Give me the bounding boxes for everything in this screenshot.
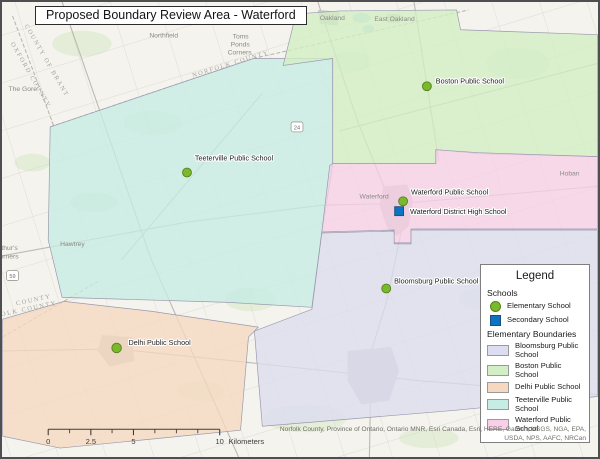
scale-label: 0	[46, 437, 50, 446]
legend-item-label: Delhi Public School	[515, 382, 581, 392]
school-marker-delhi[interactable]	[111, 342, 122, 354]
attribution-line: Norfolk County, Province of Ontario, Ont…	[279, 426, 586, 433]
svg-text:24: 24	[294, 125, 300, 131]
scale-label: 5	[131, 437, 135, 446]
town-label: Waterford	[359, 193, 389, 200]
school-marker-waterford-elementary[interactable]	[398, 196, 409, 207]
legend: Legend Schools Elementary School Seconda…	[480, 264, 590, 443]
svg-text:59: 59	[9, 274, 15, 280]
legend-schools-heading: Schools	[487, 288, 518, 298]
school-marker-waterford-high[interactable]	[394, 206, 405, 217]
legend-item-bloomsburg: Bloomsburg Public School	[487, 341, 583, 359]
boston-swatch	[487, 365, 509, 376]
scale-unit-label: Kilometers	[229, 437, 265, 446]
teeterville-swatch	[487, 399, 509, 410]
school-marker-bloomsburg[interactable]	[381, 283, 392, 294]
town-label: Hawtrey	[60, 241, 85, 248]
town-label: Hoban	[560, 170, 580, 177]
region-delhi	[2, 301, 260, 449]
road-shield: 24	[290, 121, 304, 133]
legend-title: Legend	[515, 270, 555, 282]
town-label: Corners	[228, 50, 253, 57]
legend-boundaries-heading: Elementary Boundaries	[487, 329, 577, 339]
town-label: Oakland	[320, 15, 345, 22]
legend-item-teeterville: Teeterville Public School	[487, 395, 583, 413]
legend-item-elementary-school: Elementary School	[487, 301, 583, 312]
legend-item-label: Elementary School	[507, 301, 571, 311]
legend-item-label: Teeterville Public School	[515, 395, 572, 413]
school-marker-teeterville[interactable]	[182, 167, 192, 178]
school-label: Teeterville Public School	[195, 154, 274, 163]
legend-item-label: Boston Public School	[515, 361, 562, 379]
elementary-school-icon	[490, 301, 501, 312]
map-document: NORFOLK COUNTY COUNTY OF BRANT OXFORD CO…	[0, 0, 600, 459]
legend-item-label: Secondary School	[507, 315, 569, 325]
delhi-swatch	[487, 382, 509, 393]
school-label: Boston Public School	[436, 76, 505, 85]
town-label: Ponds	[231, 42, 251, 49]
town-label: Toms	[233, 34, 250, 41]
school-label: Waterford Public School	[411, 187, 489, 196]
school-marker-boston[interactable]	[421, 81, 432, 92]
legend-item-delhi: Delhi Public School	[487, 382, 583, 393]
legend-item-label: Bloomsburg Public School	[515, 341, 579, 359]
map-attribution: Norfolk County, Province of Ontario, Ont…	[280, 425, 586, 443]
school-label: Waterford District High School	[410, 207, 507, 216]
town-label: Arthur's	[2, 245, 18, 252]
town-label: East Oakland	[374, 16, 415, 23]
map-title: Proposed Boundary Review Area - Waterfor…	[35, 6, 307, 25]
town-label: Corners	[2, 254, 19, 261]
town-label: The Gore	[9, 86, 38, 93]
scale-label: 2.5	[86, 437, 96, 446]
school-label: Bloomsburg Public School	[394, 277, 479, 286]
scale-label: 10	[216, 437, 224, 446]
school-label: Delhi Public School	[129, 338, 192, 347]
road-shield: 59	[6, 270, 19, 281]
town-label: Northfield	[149, 33, 178, 40]
secondary-school-icon	[490, 315, 501, 326]
attribution-line: USDA, NPS, AAFC, NRCan	[504, 435, 586, 442]
legend-item-secondary-school: Secondary School	[487, 315, 583, 326]
legend-item-boston: Boston Public School	[487, 361, 583, 379]
bloomsburg-swatch	[487, 345, 509, 356]
